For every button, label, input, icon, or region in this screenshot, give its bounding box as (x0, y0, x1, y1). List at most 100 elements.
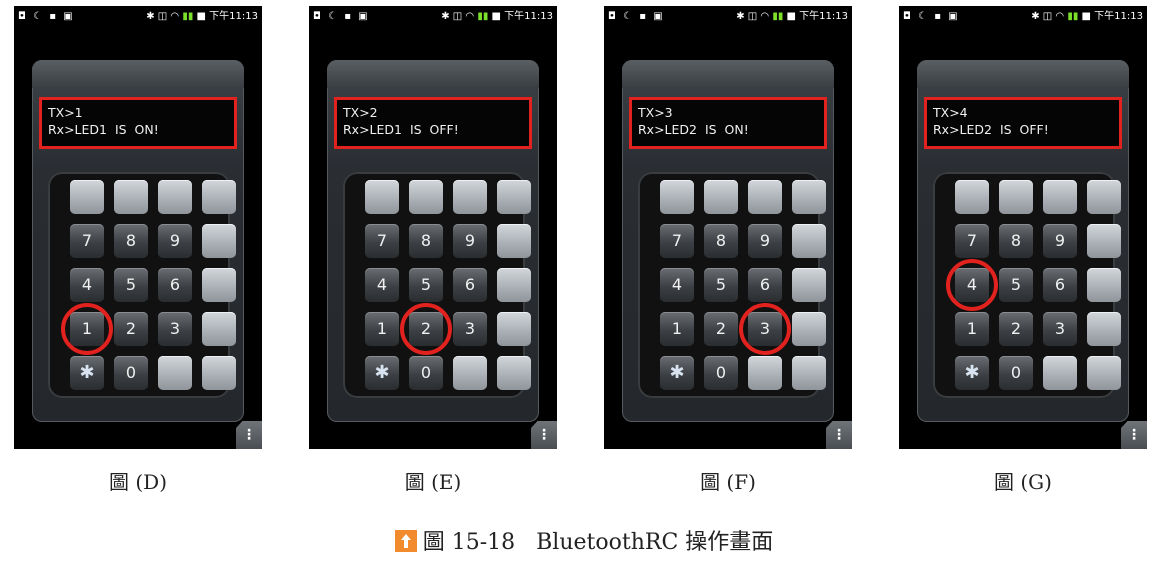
blank-key[interactable] (202, 356, 236, 390)
key-6[interactable]: 6 (453, 268, 487, 302)
rx-text: Rx>LED1 IS ON! (48, 122, 159, 137)
pressed-key-highlight (946, 259, 998, 311)
bluetooth-button[interactable]: ✱ (70, 356, 104, 390)
key-7[interactable]: 7 (365, 224, 399, 258)
blank-key[interactable] (497, 224, 531, 258)
blank-key[interactable] (1043, 180, 1077, 214)
blank-key[interactable] (497, 268, 531, 302)
key-9[interactable]: 9 (1043, 224, 1077, 258)
blank-key[interactable] (497, 356, 531, 390)
key-7[interactable]: 7 (660, 224, 694, 258)
key-5[interactable]: 5 (409, 268, 443, 302)
blank-key[interactable] (202, 224, 236, 258)
key-5[interactable]: 5 (704, 268, 738, 302)
caption-text: BluetoothRC 操作畫面 (536, 530, 774, 555)
key-4[interactable]: 4 (70, 268, 104, 302)
blank-key[interactable] (114, 180, 148, 214)
key-0[interactable]: 0 (114, 356, 148, 390)
overflow-menu-button[interactable]: ⋮ (1121, 421, 1147, 449)
keypad: 7 8 9 4 5 6 1 2 3 ✱ 0 (48, 172, 236, 398)
blank-key[interactable] (409, 180, 443, 214)
remote-device: TX>3 Rx>LED2 IS ON! 7 8 9 4 5 6 1 2 3 ✱ 0 (622, 60, 834, 422)
blank-key[interactable] (70, 180, 104, 214)
key-0[interactable]: 0 (409, 356, 443, 390)
status-left-icons: ◘ ☾ ▪ ▣ (18, 11, 75, 22)
blank-key[interactable] (202, 180, 236, 214)
status-bar: ◘ ☾ ▪ ▣ ✱ ◫ ◠ ▮▮ ■ 下午11:13 (309, 6, 557, 28)
blank-key[interactable] (497, 180, 531, 214)
key-0[interactable]: 0 (999, 356, 1033, 390)
key-8[interactable]: 8 (999, 224, 1033, 258)
key-2[interactable]: 2 (114, 312, 148, 346)
blank-key[interactable] (453, 356, 487, 390)
blank-key[interactable] (1087, 224, 1121, 258)
status-right-icons: ✱ ◫ ◠ ▮▮ ■ 下午11:13 (146, 11, 258, 22)
blank-key[interactable] (497, 312, 531, 346)
status-time: 下午11:13 (799, 11, 848, 22)
status-bar: ◘ ☾ ▪ ▣ ✱ ◫ ◠ ▮▮ ■ 下午11:13 (604, 6, 852, 28)
bluetooth-button[interactable]: ✱ (955, 356, 989, 390)
overflow-menu-button[interactable]: ⋮ (826, 421, 852, 449)
key-8[interactable]: 8 (114, 224, 148, 258)
status-time: 下午11:13 (504, 11, 553, 22)
tx-text: TX>3 (638, 105, 673, 120)
key-5[interactable]: 5 (999, 268, 1033, 302)
blank-key[interactable] (704, 180, 738, 214)
key-4[interactable]: 4 (365, 268, 399, 302)
key-9[interactable]: 9 (158, 224, 192, 258)
blank-key[interactable] (792, 268, 826, 302)
keypad: 7 8 9 4 5 6 1 2 3 ✱ 0 (933, 172, 1121, 398)
blank-key[interactable] (792, 224, 826, 258)
rx-text: Rx>LED2 IS OFF! (933, 122, 1049, 137)
blank-key[interactable] (999, 180, 1033, 214)
overflow-menu-button[interactable]: ⋮ (236, 421, 262, 449)
key-6[interactable]: 6 (1043, 268, 1077, 302)
key-3[interactable]: 3 (1043, 312, 1077, 346)
blank-key[interactable] (1087, 180, 1121, 214)
key-1[interactable]: 1 (660, 312, 694, 346)
overflow-menu-button[interactable]: ⋮ (531, 421, 557, 449)
blank-key[interactable] (365, 180, 399, 214)
bluetooth-button[interactable]: ✱ (660, 356, 694, 390)
blank-key[interactable] (1087, 268, 1121, 302)
key-3[interactable]: 3 (158, 312, 192, 346)
blank-key[interactable] (748, 180, 782, 214)
key-9[interactable]: 9 (748, 224, 782, 258)
blank-key[interactable] (202, 312, 236, 346)
blank-key[interactable] (1087, 312, 1121, 346)
device-top-bezel (917, 60, 1129, 88)
blank-key[interactable] (202, 268, 236, 302)
key-8[interactable]: 8 (409, 224, 443, 258)
subfigure-label: 圖 (G) (994, 470, 1052, 494)
blank-key[interactable] (1087, 356, 1121, 390)
key-5[interactable]: 5 (114, 268, 148, 302)
blank-key[interactable] (955, 180, 989, 214)
key-2[interactable]: 2 (704, 312, 738, 346)
key-7[interactable]: 7 (70, 224, 104, 258)
blank-key[interactable] (158, 180, 192, 214)
key-6[interactable]: 6 (748, 268, 782, 302)
key-1[interactable]: 1 (955, 312, 989, 346)
key-7[interactable]: 7 (955, 224, 989, 258)
rx-text: Rx>LED2 IS ON! (638, 122, 749, 137)
blank-key[interactable] (748, 356, 782, 390)
rx-text: Rx>LED1 IS OFF! (343, 122, 459, 137)
key-3[interactable]: 3 (453, 312, 487, 346)
tx-text: TX>2 (343, 105, 378, 120)
key-4[interactable]: 4 (660, 268, 694, 302)
blank-key[interactable] (453, 180, 487, 214)
blank-key[interactable] (1043, 356, 1077, 390)
blank-key[interactable] (792, 312, 826, 346)
key-6[interactable]: 6 (158, 268, 192, 302)
key-9[interactable]: 9 (453, 224, 487, 258)
blank-key[interactable] (792, 356, 826, 390)
key-2[interactable]: 2 (999, 312, 1033, 346)
key-1[interactable]: 1 (365, 312, 399, 346)
key-0[interactable]: 0 (704, 356, 738, 390)
blank-key[interactable] (660, 180, 694, 214)
blank-key[interactable] (792, 180, 826, 214)
key-8[interactable]: 8 (704, 224, 738, 258)
bluetooth-button[interactable]: ✱ (365, 356, 399, 390)
blank-key[interactable] (158, 356, 192, 390)
keypad: 7 8 9 4 5 6 1 2 3 ✱ 0 (343, 172, 531, 398)
